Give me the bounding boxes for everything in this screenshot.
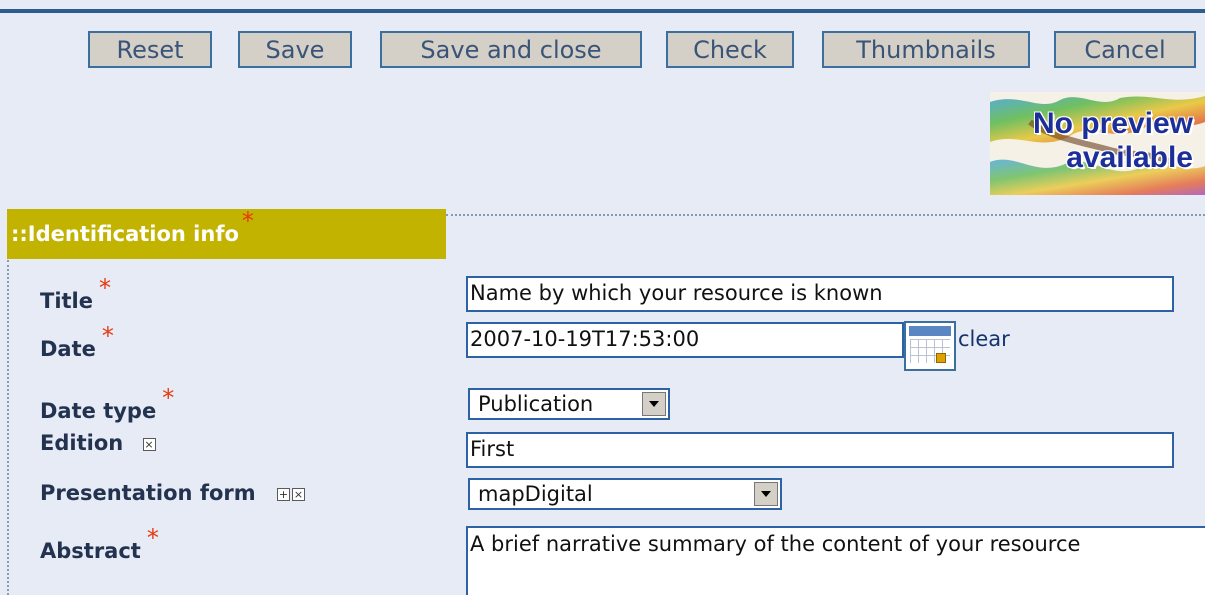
remove-icon[interactable]: × (142, 437, 156, 451)
presentation-form-label: Presentation form + × (40, 481, 305, 505)
dropdown-arrow-icon[interactable] (642, 392, 666, 416)
dropdown-arrow-icon[interactable] (754, 482, 778, 506)
date-type-value: Publication (478, 392, 594, 416)
date-input[interactable]: 2007-10-19T17:53:00 (466, 322, 904, 358)
date-type-label: Date type * (40, 384, 175, 423)
required-marker: * (162, 384, 175, 412)
date-label: Date * (40, 322, 114, 361)
abstract-textarea[interactable]: A brief narrative summary of the content… (466, 526, 1205, 595)
section-title: ::Identification info (11, 222, 239, 246)
thumbnails-button[interactable]: Thumbnails (822, 31, 1030, 68)
required-marker: * (99, 274, 112, 302)
no-preview-image: No preview available (990, 92, 1205, 195)
top-border (0, 9, 1205, 13)
required-marker: * (241, 207, 254, 235)
required-marker: * (101, 322, 114, 350)
edition-label: Edition × (40, 431, 156, 455)
cancel-button[interactable]: Cancel (1054, 31, 1196, 68)
dotted-border (7, 260, 9, 595)
edition-input[interactable]: First (466, 432, 1174, 468)
section-header-identification[interactable]: ::Identification info * (7, 207, 446, 259)
dotted-divider (446, 214, 1205, 216)
clear-date-link[interactable]: clear (958, 327, 1010, 351)
save-button[interactable]: Save (238, 31, 352, 68)
preview-text-line2: available (1066, 141, 1193, 174)
calendar-icon[interactable] (904, 321, 956, 371)
reset-button[interactable]: Reset (88, 31, 212, 68)
remove-icon[interactable]: × (291, 487, 305, 501)
add-icon[interactable]: + (276, 487, 290, 501)
preview-text-line1: No preview (1032, 107, 1193, 140)
date-type-select[interactable]: Publication (468, 388, 670, 420)
title-label: Title * (40, 274, 112, 313)
presentation-form-select[interactable]: mapDigital (468, 478, 782, 510)
presentation-form-value: mapDigital (478, 482, 593, 506)
save-and-close-button[interactable]: Save and close (380, 31, 642, 68)
check-button[interactable]: Check (666, 31, 794, 68)
abstract-label: Abstract * (40, 524, 159, 563)
required-marker: * (146, 524, 159, 552)
title-input[interactable]: Name by which your resource is known (466, 276, 1174, 312)
